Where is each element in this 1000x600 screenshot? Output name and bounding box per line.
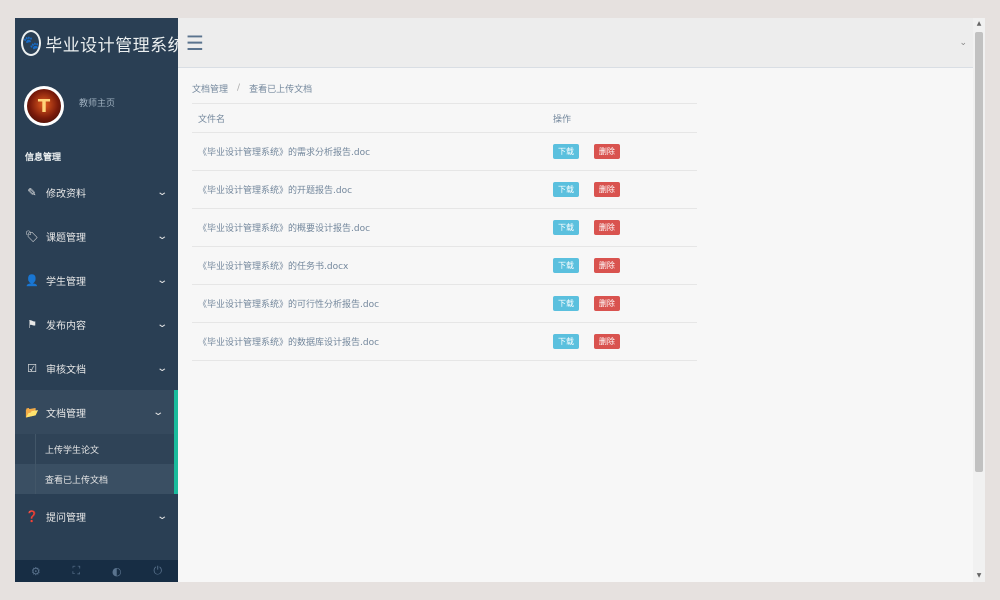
sidebar: 🐾 毕业设计管理系统 T 教师主页 信息管理 ✎ 修改资料 ⌄ 🏷 课题管理 ⌄… — [15, 18, 178, 582]
power-icon[interactable]: ⏻ — [153, 564, 162, 578]
download-button[interactable]: 下载 — [553, 333, 579, 350]
chevron-down-icon: ⌄ — [151, 406, 164, 418]
delete-button[interactable]: 删除 — [593, 295, 620, 312]
menu-toggle-icon[interactable]: ☰ — [186, 31, 204, 55]
breadcrumb-separator: / — [237, 83, 241, 93]
sidebar-item-label: 修改资料 — [46, 188, 86, 200]
sidebar-item-label: 审核文档 — [46, 364, 86, 376]
brand-title: 毕业设计管理系统 — [45, 35, 178, 56]
table-row: 《毕业设计管理系统》的任务书.docx 下载 删除 — [192, 246, 697, 285]
table-row: 《毕业设计管理系统》的数据库设计报告.doc 下载 删除 — [192, 322, 697, 361]
chevron-down-icon: ⌄ — [155, 274, 168, 286]
file-name: 《毕业设计管理系统》的需求分析报告.doc — [192, 132, 547, 171]
sidebar-footer: ⚙ ⛶ ◐ ⏻ — [15, 560, 178, 582]
chevron-down-icon: ⌄ — [155, 362, 168, 374]
row-actions: 下载 删除 — [547, 132, 697, 171]
check-square-icon: ☑ — [27, 361, 37, 375]
sidebar-item-label: 发布内容 — [46, 320, 86, 332]
download-button[interactable]: 下载 — [553, 181, 579, 198]
subitem-label: 查看已上传文档 — [45, 475, 109, 486]
paw-icon: 🐾 — [21, 30, 42, 56]
delete-button[interactable]: 删除 — [593, 257, 620, 274]
app-window: 🐾 毕业设计管理系统 T 教师主页 信息管理 ✎ 修改资料 ⌄ 🏷 课题管理 ⌄… — [15, 18, 985, 582]
top-nav: ☰ ⌄ — [178, 18, 973, 68]
breadcrumb-current: 查看已上传文档 — [249, 84, 313, 95]
delete-button[interactable]: 删除 — [593, 181, 620, 198]
file-name: 《毕业设计管理系统》的概要设计报告.doc — [192, 208, 547, 247]
tags-icon: 🏷 — [25, 229, 39, 243]
chevron-down-icon: ⌄ — [155, 230, 168, 242]
row-actions: 下载 删除 — [547, 208, 697, 247]
sidebar-item-questions[interactable]: ❓ 提问管理 ⌄ — [15, 494, 178, 538]
sidebar-item-label: 提问管理 — [46, 512, 86, 524]
question-circle-icon: ❓ — [25, 509, 39, 523]
vertical-scrollbar[interactable]: ▲ ▼ — [973, 18, 985, 582]
subitem-upload-thesis[interactable]: 上传学生论文 — [15, 434, 174, 464]
file-name: 《毕业设计管理系统》的开题报告.doc — [192, 170, 547, 209]
lock-icon[interactable]: ◐ — [112, 565, 122, 578]
documents-table: 文件名 操作 《毕业设计管理系统》的需求分析报告.doc 下载 删除 《毕业设计… — [192, 103, 697, 361]
avatar[interactable]: T — [24, 86, 64, 126]
column-header-action: 操作 — [547, 103, 697, 133]
documents-submenu: 上传学生论文 查看已上传文档 — [15, 434, 178, 494]
file-name: 《毕业设计管理系统》的可行性分析报告.doc — [192, 284, 547, 323]
delete-button[interactable]: 删除 — [593, 333, 620, 350]
sidebar-item-documents[interactable]: 📂 文档管理 ⌄ — [15, 390, 178, 434]
sidebar-section-title: 信息管理 — [25, 153, 62, 163]
download-button[interactable]: 下载 — [553, 295, 579, 312]
chevron-down-icon[interactable]: ⌄ — [959, 38, 967, 48]
file-name: 《毕业设计管理系统》的数据库设计报告.doc — [192, 322, 547, 361]
user-icon: 👤 — [25, 273, 39, 287]
avatar-image: T — [27, 89, 61, 123]
table-header-row: 文件名 操作 — [192, 103, 697, 133]
sidebar-item-label: 学生管理 — [46, 276, 86, 288]
profile-label: 教师主页 — [79, 99, 116, 109]
chevron-down-icon: ⌄ — [155, 186, 168, 198]
sidebar-item-topics[interactable]: 🏷 课题管理 ⌄ — [15, 214, 178, 258]
main-content: 文档管理 / 查看已上传文档 文件名 操作 《毕业设计管理系统》的需求分析报告.… — [178, 68, 973, 582]
scroll-up-icon[interactable]: ▲ — [973, 18, 985, 30]
table-row: 《毕业设计管理系统》的可行性分析报告.doc 下载 删除 — [192, 284, 697, 323]
download-button[interactable]: 下载 — [553, 143, 579, 160]
sidebar-item-label: 课题管理 — [46, 232, 86, 244]
row-actions: 下载 删除 — [547, 284, 697, 323]
row-actions: 下载 删除 — [547, 246, 697, 285]
sidebar-item-edit-profile[interactable]: ✎ 修改资料 ⌄ — [15, 170, 178, 214]
table-row: 《毕业设计管理系统》的需求分析报告.doc 下载 删除 — [192, 132, 697, 171]
table-row: 《毕业设计管理系统》的开题报告.doc 下载 删除 — [192, 170, 697, 209]
settings-icon[interactable]: ⚙ — [31, 565, 41, 578]
sidebar-item-review[interactable]: ☑ 审核文档 ⌄ — [15, 346, 178, 390]
row-actions: 下载 删除 — [547, 322, 697, 361]
delete-button[interactable]: 删除 — [593, 143, 620, 160]
breadcrumb-parent[interactable]: 文档管理 — [192, 82, 228, 95]
scroll-thumb[interactable] — [975, 32, 983, 472]
fullscreen-icon[interactable]: ⛶ — [73, 564, 81, 578]
scroll-down-icon[interactable]: ▼ — [973, 570, 985, 582]
breadcrumb: 文档管理 / 查看已上传文档 — [192, 78, 959, 98]
chevron-down-icon: ⌄ — [155, 510, 168, 522]
row-actions: 下载 删除 — [547, 170, 697, 209]
subitem-view-uploaded[interactable]: 查看已上传文档 — [15, 464, 174, 494]
column-header-filename: 文件名 — [192, 103, 547, 133]
folder-open-icon: 📂 — [25, 405, 39, 419]
download-button[interactable]: 下载 — [553, 219, 579, 236]
table-row: 《毕业设计管理系统》的概要设计报告.doc 下载 删除 — [192, 208, 697, 247]
delete-button[interactable]: 删除 — [593, 219, 620, 236]
file-name: 《毕业设计管理系统》的任务书.docx — [192, 246, 547, 285]
sidebar-item-publish[interactable]: ⚑ 发布内容 ⌄ — [15, 302, 178, 346]
flag-icon: ⚑ — [27, 317, 37, 331]
sidebar-item-label: 文档管理 — [46, 408, 86, 420]
brand[interactable]: 🐾 毕业设计管理系统 — [15, 18, 178, 68]
edit-icon: ✎ — [27, 185, 37, 199]
subitem-label: 上传学生论文 — [45, 445, 100, 456]
download-button[interactable]: 下载 — [553, 257, 579, 274]
chevron-down-icon: ⌄ — [155, 318, 168, 330]
sidebar-item-students[interactable]: 👤 学生管理 ⌄ — [15, 258, 178, 302]
